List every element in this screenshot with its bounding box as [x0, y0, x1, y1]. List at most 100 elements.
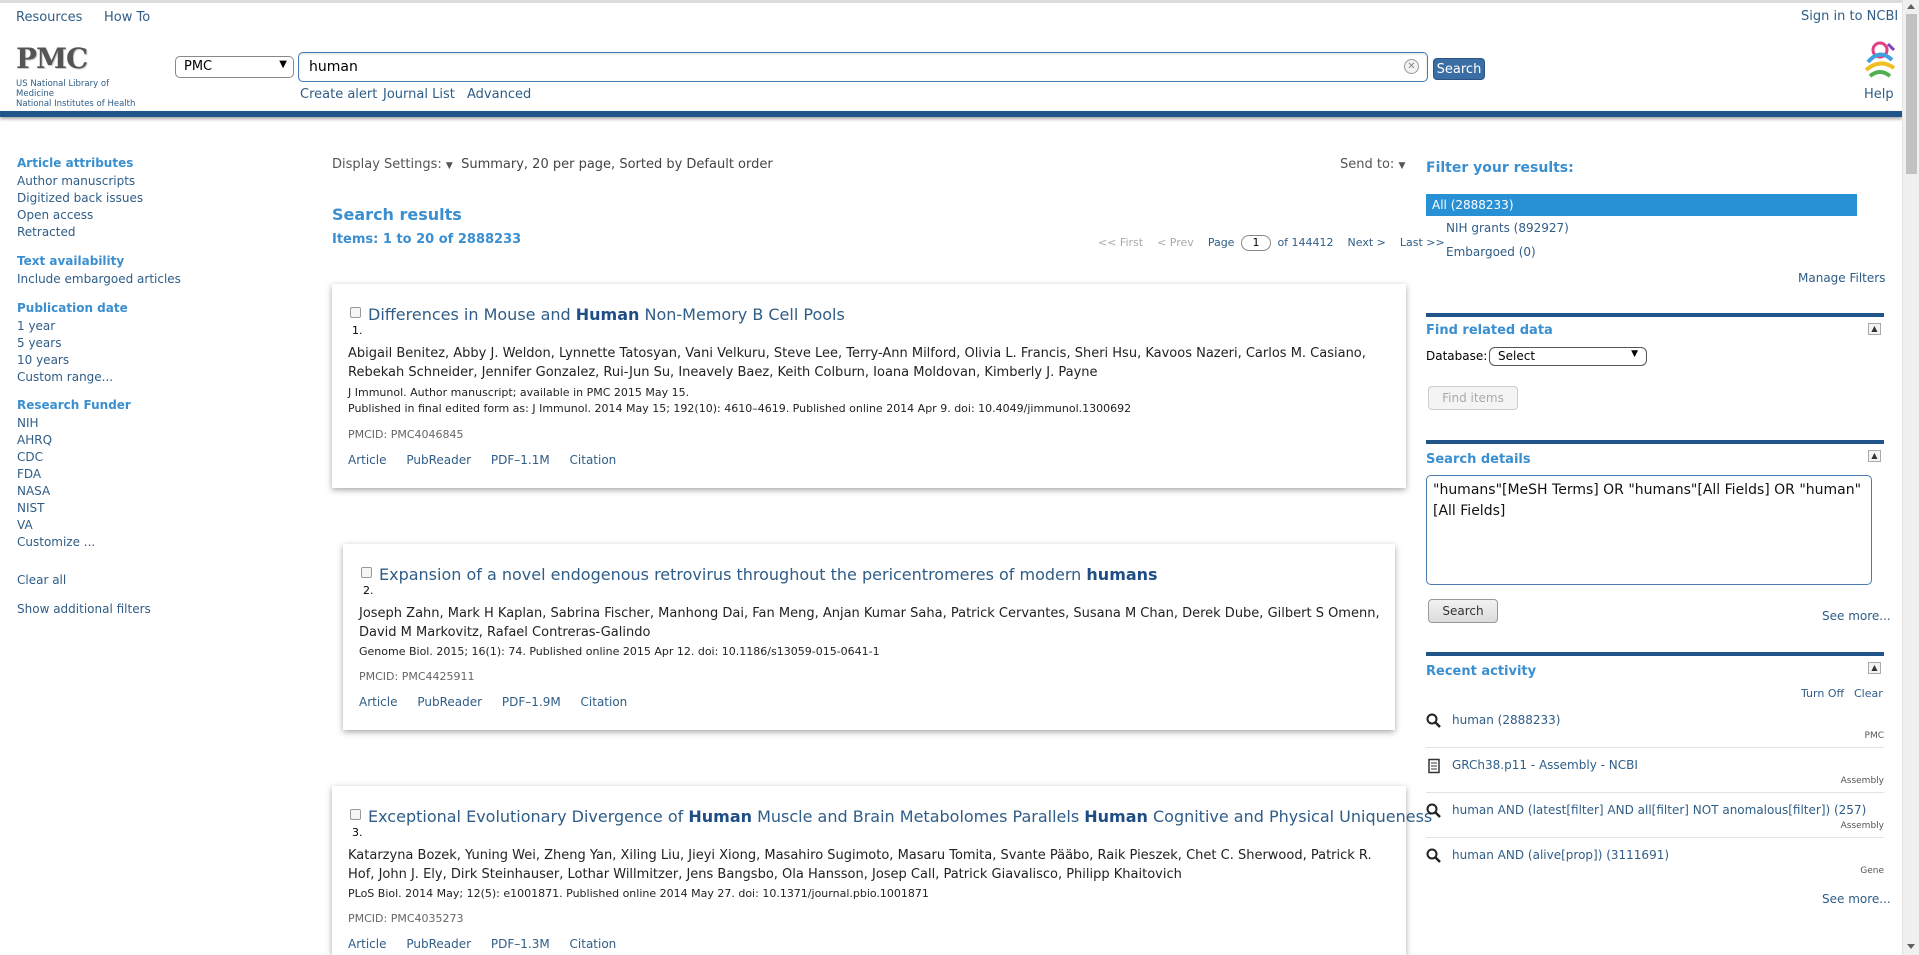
page-number-input[interactable]: 1 [1240, 235, 1271, 251]
citation-link[interactable]: Citation [570, 453, 617, 467]
advanced-link[interactable]: Advanced [467, 87, 531, 102]
help-link[interactable]: Help [1864, 87, 1894, 102]
filter-tab-embargoed[interactable]: Embargoed (0) [1446, 245, 1536, 259]
page-total: of 144412 [1277, 236, 1334, 249]
result-journal: PLoS Biol. 2014 May; 12(5): e1001871. Pu… [348, 886, 1398, 902]
pmc-logo[interactable]: PMC US National Library of Medicine Nati… [16, 42, 146, 112]
next-page-link[interactable]: Next > [1348, 236, 1386, 249]
recent-activity-see-more-link[interactable]: See more... [1822, 892, 1891, 906]
create-alert-link[interactable]: Create alert [300, 87, 377, 102]
result-checkbox[interactable] [350, 809, 361, 820]
pubreader-link[interactable]: PubReader [406, 937, 471, 951]
title-part: Cognitive and Physical Uniqueness [1147, 807, 1433, 826]
scroll-down-icon[interactable] [1907, 944, 1915, 949]
page-scrollbar[interactable] [1902, 0, 1919, 955]
clear-all-link[interactable]: Clear all [17, 573, 66, 587]
scroll-up-icon[interactable] [1907, 4, 1915, 9]
filter-cdc[interactable]: CDC [17, 450, 43, 464]
filter-custom-range[interactable]: Custom range... [17, 370, 113, 384]
result-number: 3. [352, 826, 363, 839]
recent-activity-item[interactable]: human (2888233) PMC [1426, 703, 1884, 748]
document-icon [1426, 758, 1442, 774]
search-input[interactable]: human ✕ [298, 52, 1428, 82]
sign-in-link[interactable]: Sign in to NCBI [1801, 9, 1898, 24]
journal-line: PLoS Biol. 2014 May; 12(5): e1001871. Pu… [348, 887, 929, 900]
turn-off-link[interactable]: Turn Off [1801, 687, 1844, 700]
scroll-thumb[interactable] [1906, 14, 1917, 174]
filter-heading-text-availability: Text availability [17, 254, 125, 268]
pdf-link[interactable]: PDF–1.3M [491, 937, 550, 951]
prev-page-link[interactable]: < Prev [1157, 236, 1194, 249]
filter-results-title: Filter your results: [1426, 160, 1574, 176]
send-to-menu[interactable]: Send to: ▼ [1340, 157, 1405, 172]
filter-fda[interactable]: FDA [17, 467, 41, 481]
last-page-link[interactable]: Last >> [1400, 236, 1445, 249]
filter-va[interactable]: VA [17, 518, 33, 532]
pdf-link[interactable]: PDF–1.9M [502, 695, 561, 709]
display-settings[interactable]: Display Settings: ▼ Summary, 20 per page… [332, 157, 773, 172]
result-title-link[interactable]: Expansion of a novel endogenous retrovir… [379, 565, 1158, 584]
pager: << First < Prev Page 1 of 144412 Next > … [1098, 235, 1445, 251]
dropdown-arrow-icon: ▼ [1398, 161, 1406, 171]
results-title: Search results [332, 205, 462, 224]
database-select[interactable]: PMC ▼ [175, 56, 294, 78]
filter-include-embargoed[interactable]: Include embargoed articles [17, 272, 181, 286]
clear-icon[interactable]: ✕ [1404, 59, 1419, 74]
filter-ahrq[interactable]: AHRQ [17, 433, 52, 447]
collapse-icon[interactable]: ▲ [1868, 662, 1881, 674]
collapse-icon[interactable]: ▲ [1868, 323, 1881, 335]
result-journal: Genome Biol. 2015; 16(1): 74. Published … [359, 644, 1389, 660]
filter-nasa[interactable]: NASA [17, 484, 50, 498]
result-checkbox[interactable] [350, 307, 361, 318]
citation-link[interactable]: Citation [570, 937, 617, 951]
search-button[interactable]: Search [1433, 58, 1485, 80]
search-details-see-more-link[interactable]: See more... [1822, 609, 1891, 623]
manage-filters-link[interactable]: Manage Filters [1798, 271, 1885, 285]
article-link[interactable]: Article [348, 937, 387, 951]
related-database-select[interactable]: Select ▼ [1489, 347, 1647, 366]
filter-1-year[interactable]: 1 year [17, 319, 55, 333]
pubreader-link[interactable]: PubReader [406, 453, 471, 467]
clear-activity-link[interactable]: Clear [1854, 687, 1883, 700]
title-part: Expansion of a novel endogenous retrovir… [379, 565, 1087, 584]
filter-customize[interactable]: Customize ... [17, 535, 95, 549]
article-link[interactable]: Article [359, 695, 398, 709]
filter-5-years[interactable]: 5 years [17, 336, 61, 350]
search-details-textarea[interactable]: "humans"[MeSH Terms] OR "humans"[All Fie… [1426, 475, 1872, 585]
filter-nih[interactable]: NIH [17, 416, 39, 430]
resources-link[interactable]: Resources [16, 10, 82, 25]
result-title-link[interactable]: Differences in Mouse and Human Non-Memor… [368, 305, 845, 324]
help-icon[interactable] [1860, 40, 1900, 82]
filter-digitized-back-issues[interactable]: Digitized back issues [17, 191, 143, 205]
filter-open-access[interactable]: Open access [17, 208, 93, 222]
filter-retracted[interactable]: Retracted [17, 225, 75, 239]
recent-activity-item[interactable]: human AND (alive[prop]) (3111691) Gene [1426, 838, 1884, 883]
result-authors: Katarzyna Bozek, Yuning Wei, Zheng Yan, … [348, 848, 1372, 882]
section-divider [1426, 440, 1884, 444]
first-page-link[interactable]: << First [1098, 236, 1143, 249]
citation-link[interactable]: Citation [581, 695, 628, 709]
find-items-button[interactable]: Find items [1428, 386, 1518, 410]
recent-activity-item[interactable]: GRCh38.p11 - Assembly - NCBI Assembly [1426, 748, 1884, 793]
filter-tab-all[interactable]: All (2888233) [1426, 194, 1857, 216]
filter-tab-nih-grants[interactable]: NIH grants (892927) [1446, 221, 1569, 235]
search-details-button[interactable]: Search [1428, 599, 1498, 623]
show-additional-filters-link[interactable]: Show additional filters [17, 602, 151, 616]
search-icon [1426, 848, 1442, 864]
filter-nist[interactable]: NIST [17, 501, 44, 515]
related-database-value: Select [1498, 349, 1536, 363]
pdf-link[interactable]: PDF–1.1M [491, 453, 550, 467]
article-link[interactable]: Article [348, 453, 387, 467]
journal-list-link[interactable]: Journal List [383, 87, 455, 102]
dropdown-arrow-icon: ▼ [279, 59, 287, 70]
recent-activity-item[interactable]: human AND (latest[filter] AND all[filter… [1426, 793, 1884, 838]
result-title-link[interactable]: Exceptional Evolutionary Divergence of H… [368, 807, 1432, 826]
how-to-link[interactable]: How To [104, 10, 150, 25]
display-settings-label: Display Settings: [332, 157, 442, 172]
recent-activity-text: GRCh38.p11 - Assembly - NCBI [1452, 758, 1638, 772]
filter-author-manuscripts[interactable]: Author manuscripts [17, 174, 135, 188]
result-checkbox[interactable] [361, 567, 372, 578]
collapse-icon[interactable]: ▲ [1868, 450, 1881, 462]
pubreader-link[interactable]: PubReader [417, 695, 482, 709]
filter-10-years[interactable]: 10 years [17, 353, 69, 367]
